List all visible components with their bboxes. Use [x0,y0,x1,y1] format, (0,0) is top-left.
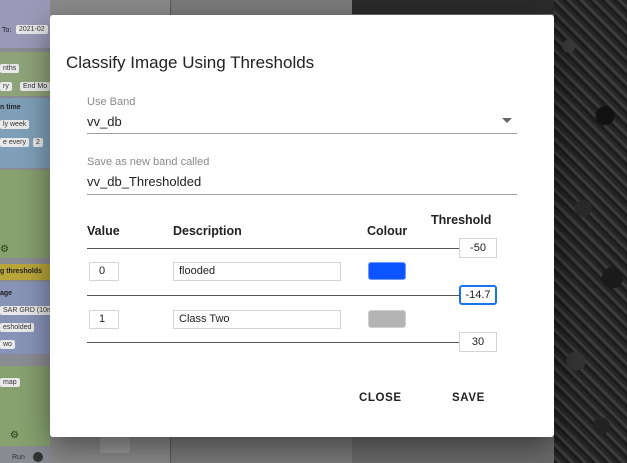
threshold-divider [87,248,459,249]
dialog-title: Classify Image Using Thresholds [66,53,315,72]
class-colour-swatch[interactable] [368,262,406,280]
bg-end-month-select: End Mo [20,82,50,91]
bg-weekly-select: ly week [0,120,30,129]
bg-sar-select: SAR GRD (10m [0,306,50,315]
play-icon [33,452,43,462]
header-threshold: Threshold [431,213,492,227]
threshold-input[interactable]: 30 [459,332,497,352]
classify-dialog: Classify Image Using Thresholds Use Band… [50,15,554,437]
background-sidebar: To: 2021-02 nths ry End Mo n time ly wee… [0,0,50,463]
bg-panel-date [0,0,50,48]
bg-every-number: 2 [33,138,43,147]
bg-date-value: 2021-02 [16,25,48,34]
threshold-input[interactable]: -14.7 [459,285,497,305]
threshold-input[interactable]: -50 [459,238,497,258]
bg-label-to: To: [2,27,12,34]
bg-two-select: wo [0,340,15,349]
class-value-input[interactable]: 0 [89,262,119,281]
band-select-value[interactable]: vv_db [87,114,122,129]
class-description-input[interactable]: Class Two [173,310,341,329]
chevron-down-icon[interactable] [502,118,512,123]
new-band-input[interactable]: vv_db_Thresholded [87,174,201,189]
header-colour: Colour [367,224,408,238]
new-band-underline [87,194,517,195]
band-select-underline [87,133,517,134]
band-field-label: Use Band [87,96,136,108]
background-button [100,437,130,453]
header-description: Description [173,224,242,238]
gear-icon: ⚙ [10,430,19,441]
header-value: Value [87,224,120,238]
bg-every-label: e every [0,138,29,147]
background-map-header [352,0,554,14]
bg-image-label: age [0,290,13,297]
class-description-input[interactable]: flooded [173,262,341,281]
close-button[interactable]: CLOSE [359,392,402,404]
threshold-divider [87,295,459,296]
bg-threshold-label: g thresholds [0,268,43,275]
bg-every-select: ry [0,82,12,91]
bg-months-select: nths [0,64,20,73]
background-map [554,0,627,463]
class-colour-swatch[interactable] [368,310,406,328]
save-button[interactable]: SAVE [452,392,485,404]
new-band-field-label: Save as new band called [87,156,210,168]
bg-thresholded-select: esholded [0,323,35,332]
bg-run-label: Run [12,454,25,461]
bg-time-label: n time [0,104,21,111]
threshold-divider [87,342,459,343]
class-value-input[interactable]: 1 [89,310,119,329]
gear-icon: ⚙ [0,244,9,255]
bg-map-select: map [0,378,20,387]
